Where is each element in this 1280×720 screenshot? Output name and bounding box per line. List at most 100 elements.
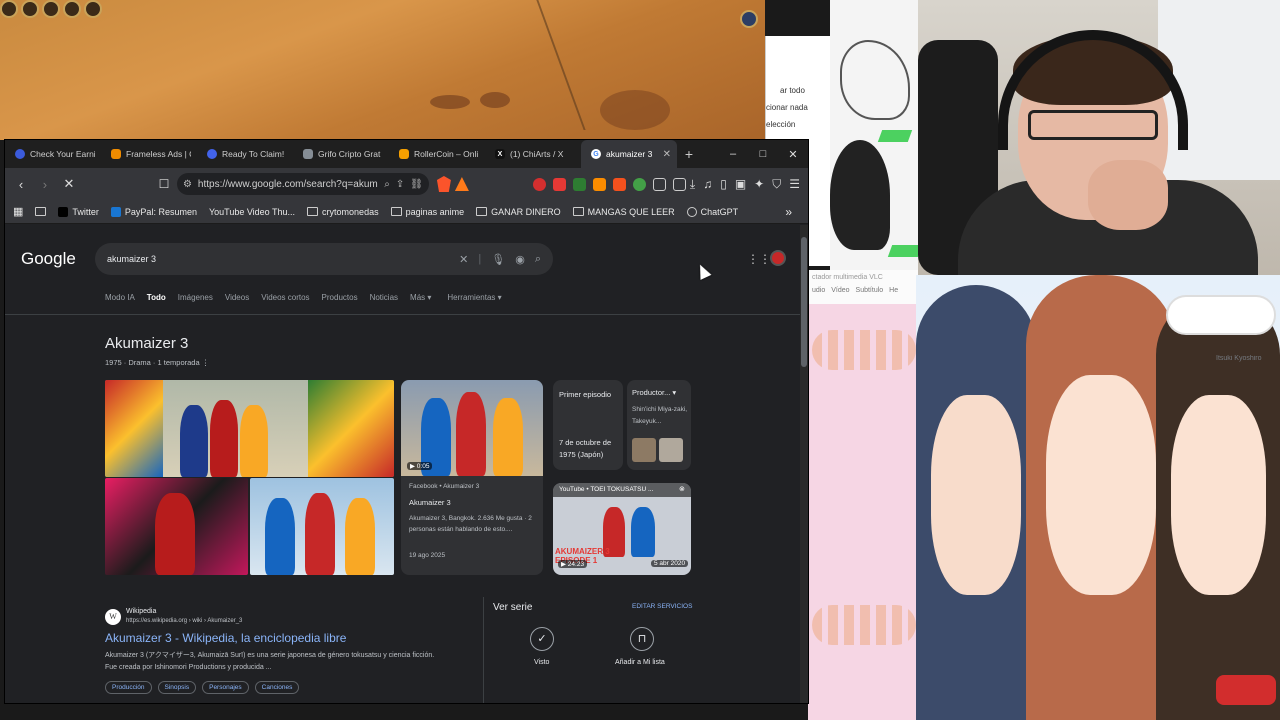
wiki-source: Wikipedia [126,608,157,615]
link-icon[interactable]: ⛓ [410,179,423,190]
kp-image-large[interactable] [105,380,394,477]
chip-produccion[interactable]: Producción [105,681,152,694]
music-icon[interactable]: ♫ [703,177,712,192]
leo-icon[interactable]: ✦ [754,177,764,192]
wikipedia-favicon: W [105,609,121,625]
site-info-icon[interactable]: ⚙ [183,179,192,190]
claim-icon [207,149,217,159]
chip-canciones[interactable]: Canciones [254,681,300,694]
avatar[interactable] [770,250,786,266]
bookmark-folder-mangas[interactable]: MANGAS QUE LEER [572,207,675,217]
tab-frameless-ads[interactable]: Frameless Ads | C [101,140,197,168]
bookmark-icon[interactable]: ☐ [155,177,173,191]
facebook-video-card[interactable]: ▶ 0:05 Facebook • Akumaizer 3 Akumaizer … [401,380,543,575]
ext-fox-icon[interactable] [612,177,626,191]
webcam-feed [918,0,1280,275]
x-icon [58,206,69,217]
folder-icon [307,207,319,216]
new-tab-button[interactable]: + [677,146,701,162]
extensions-puzzle-icon[interactable] [652,177,666,191]
wiki-url: https://es.wikipedia.org › wiki › Akumai… [126,618,243,624]
more-options-icon[interactable]: ⊗ [679,485,685,493]
forward-icon[interactable]: › [35,174,55,194]
earn-icon [15,149,25,159]
bookmark-folder-paginas-anime[interactable]: paginas anime [390,207,464,217]
address-bar[interactable]: ⚙ https://www.google.com/search?q=akumai… [176,173,429,195]
stop-icon[interactable]: ✕ [59,174,79,194]
lens-icon[interactable]: ◉ [515,253,525,266]
tab-grifo-cripto[interactable]: Grifo Cripto Grat [293,140,389,168]
ext-orange-icon[interactable] [592,177,606,191]
zoom-icon[interactable]: ⌕ [384,179,390,190]
search-box[interactable]: akumaizer 3 ✕ | 🎙 ◉ ⌕ [95,243,553,275]
adblock-icon[interactable] [532,177,546,191]
kp-image-3[interactable] [250,478,394,575]
tab-herramientas[interactable]: Herramientas ▾ [447,293,501,302]
bookmark-folder-crytomonedas[interactable]: crytomonedas [307,207,379,217]
vlc-title: ctador multimedia VLC [812,274,883,281]
close-window-button[interactable]: ✕ [778,148,808,161]
url-text: https://www.google.com/search?q=akumaize… [197,178,378,190]
ext-red-icon[interactable] [552,177,566,191]
tab-todo[interactable]: Todo [147,293,166,302]
folder-icon[interactable] [35,207,47,216]
tab-imagenes[interactable]: Imágenes [178,293,213,302]
knowledge-panel-title: Akumaizer 3 [105,335,189,352]
tab-check-your-earnings[interactable]: Check Your Earni [5,140,101,168]
edit-services-link[interactable]: EDITAR SERVICIOS [632,603,692,610]
bookmark-chatgpt[interactable]: ChatGPT [686,206,738,217]
tab-videos-cortos[interactable]: Videos cortos [261,293,309,302]
clear-icon[interactable]: ✕ [459,253,468,266]
chip-personajes[interactable]: Personajes [202,681,249,694]
bookmark-twitter[interactable]: Twitter [58,206,99,217]
watched-button[interactable]: ✓ [530,627,554,651]
kp-image-2[interactable] [105,478,248,575]
tab-mas[interactable]: Más ▾ [410,293,431,302]
back-icon[interactable]: ‹ [11,174,31,194]
search-icon[interactable]: ⌕ [535,253,541,266]
youtube-video-card[interactable]: YouTube • TOEI TOKUSATSU ... ⊗ AKUMAIZER… [553,483,691,575]
tab-rollercoin[interactable]: RollerCoin – Onli [389,140,485,168]
add-to-list-button[interactable]: ⊓ [630,627,654,651]
maximize-button[interactable]: □ [748,148,778,161]
brave-shields-icon[interactable] [436,176,451,192]
google-logo[interactable]: Google [21,249,76,269]
sidebar-icon[interactable]: ▯ [720,177,727,192]
page-scrollbar[interactable] [800,225,808,703]
tab-productos[interactable]: Productos [322,293,358,302]
fb-snippet: Akumaizer 3, Bangkok. 2.636 Me gusta · 2… [409,515,532,533]
mic-icon[interactable]: 🎙 [491,253,505,266]
share-icon[interactable]: ⇪ [396,179,404,190]
brave-rewards-icon[interactable] [454,177,469,191]
google-results-page: Google akumaizer 3 ✕ | 🎙 ◉ ⌕ ⋮⋮⋮ Modo IA… [5,225,800,703]
ext-green-icon[interactable] [572,177,586,191]
tab-videos[interactable]: Videos [225,293,249,302]
yt-source: YouTube • TOEI TOKUSATSU ... [559,486,654,493]
ext-green2-icon[interactable] [632,177,646,191]
first-episode-card[interactable]: Primer episodio 7 de octubre de 1975 (Ja… [553,380,623,470]
search-input[interactable]: akumaizer 3 [107,254,449,264]
tab-ready-to-claim[interactable]: Ready To Claim! [197,140,293,168]
wallet-icon[interactable]: ▣ [735,177,746,192]
tab-akumaizer-3[interactable]: G akumaizer 3 ✕ [581,140,677,168]
browser-toolbar: ‹ › ✕ ☐ ⚙ https://www.google.com/search?… [5,168,808,200]
bookmark-youtube-thumb[interactable]: YouTube Video Thu... [209,207,295,217]
tab-chiarts-x[interactable]: X (1) ChiArts / X [485,140,581,168]
tab-modo-ia[interactable]: Modo IA [105,293,135,302]
producers-card[interactable]: Productor... ▾ Shin'ichi Miya-zaki, Take… [627,380,691,470]
bookmark-folder-ganar-dinero[interactable]: GANAR DINERO [476,207,561,217]
bookmarks-overflow-button[interactable]: » [785,205,792,219]
tab-noticias[interactable]: Noticias [370,293,398,302]
close-tab-icon[interactable]: ✕ [663,149,671,160]
screenshot-icon[interactable] [672,177,686,191]
minimize-button[interactable]: – [718,148,748,161]
menu-icon[interactable]: ☰ [789,177,800,192]
download-icon[interactable]: ⤓ [690,177,695,192]
fb-date: 19 ago 2025 [409,552,446,559]
vpn-icon[interactable]: ⛉ [772,177,781,192]
chip-sinopsis[interactable]: Sinopsis [157,681,197,694]
wiki-result-link[interactable]: Akumaizer 3 - Wikipedia, la enciclopedia… [105,631,346,645]
ver-serie-heading: Ver serie [493,602,533,613]
apps-grid-icon[interactable]: ▦ [13,205,23,218]
bookmark-paypal[interactable]: PayPal: Resumen [110,206,197,217]
